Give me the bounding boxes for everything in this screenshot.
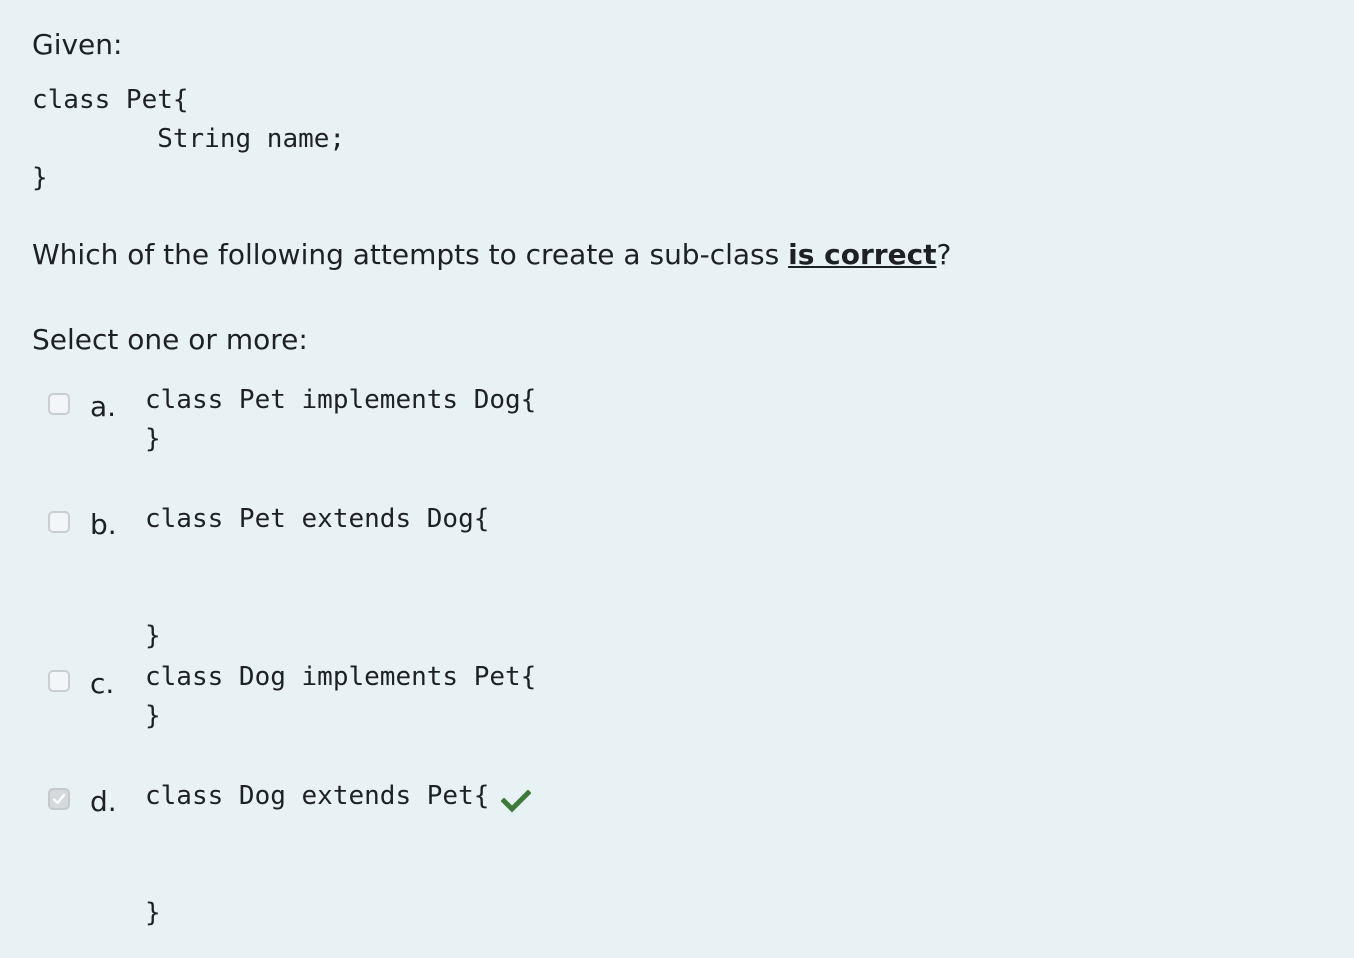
question-prompt: Which of the following attempts to creat… <box>32 238 951 272</box>
code-line-2: String name; <box>32 124 346 154</box>
option-b-code: class Pet extends Dog{ } <box>145 504 490 651</box>
code-line-1: class Pet{ <box>32 85 189 115</box>
code-line-3: } <box>32 163 48 193</box>
checkbox-check-icon <box>52 793 66 805</box>
option-c-code: class Dog implements Pet{ } <box>145 662 537 731</box>
option-d-checkbox[interactable] <box>48 788 70 810</box>
option-d-code: class Dog extends Pet{ } <box>145 781 490 928</box>
correct-check-icon <box>501 789 531 813</box>
option-b-letter: b. <box>90 508 117 541</box>
question-page: Given: class Pet{ String name; } Which o… <box>0 0 1354 958</box>
option-c-letter: c. <box>90 667 115 700</box>
prompt-end: ? <box>936 238 952 271</box>
given-label: Given: <box>32 28 123 61</box>
option-b-checkbox[interactable] <box>48 511 70 533</box>
prompt-emphasis: is correct <box>788 238 937 271</box>
option-c-checkbox[interactable] <box>48 670 70 692</box>
option-a-checkbox[interactable] <box>48 393 70 415</box>
option-a-code: class Pet implements Dog{ } <box>145 385 537 454</box>
option-d-letter: d. <box>90 785 117 818</box>
given-code: class Pet{ String name; } <box>32 81 345 198</box>
select-label: Select one or more: <box>32 323 308 356</box>
option-a-letter: a. <box>90 390 117 423</box>
prompt-text: Which of the following attempts to creat… <box>32 238 789 271</box>
